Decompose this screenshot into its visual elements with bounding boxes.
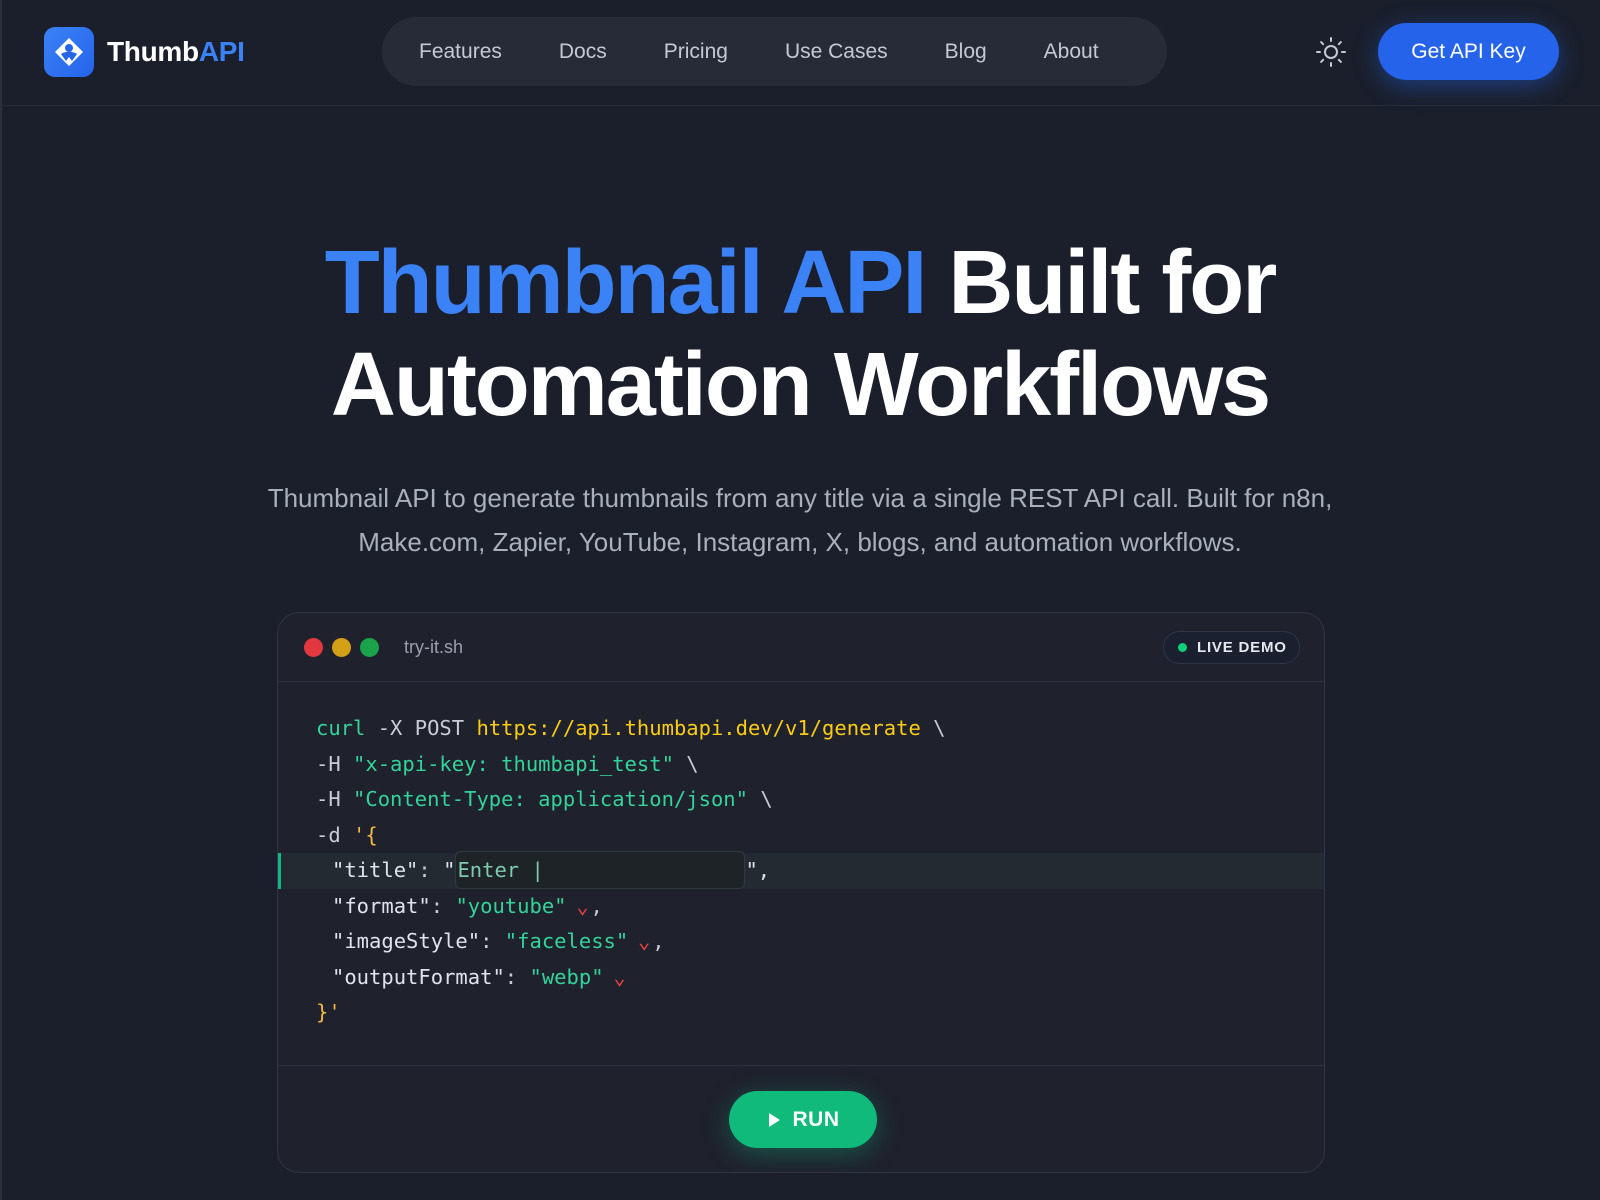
title-input[interactable]: Enter | [455,851,746,889]
get-api-key-button[interactable]: Get API Key [1378,23,1559,80]
brand-name: ThumbAPI [107,36,245,68]
code-d-flag: -d [316,822,354,847]
nav-item-pricing[interactable]: Pricing [664,40,728,64]
site-header: ThumbAPI Features Docs Pricing Use Cases… [0,0,1600,106]
code-line-image-style: "imageStyle": "faceless" ⌄, [278,924,1324,960]
code-line-data-open: -d '{ [278,818,1324,854]
code-title-key: "title" [332,858,419,882]
code-h-flag: -H [316,787,354,811]
hero-subtitle-line2: Make.com, Zapier, YouTube, Instagram, X,… [358,527,1242,557]
code-continuation: \ [920,716,946,740]
code-open-brace: '{ [353,822,378,847]
output-format-select[interactable]: "webp" ⌄ [529,965,627,989]
nav-item-use-cases[interactable]: Use Cases [785,40,888,64]
format-value: "youtube" [455,893,567,918]
image-style-select[interactable]: "faceless" ⌄ [505,929,652,953]
chevron-down-icon: ⌄ [576,893,589,918]
code-line-header2: -H "Content-Type: application/json" \ [278,782,1324,818]
code-line-curl: curl -X POST https://api.thumbapi.dev/v1… [278,711,1324,747]
live-demo-badge: LIVE DEMO [1163,631,1300,664]
code-close-brace: }' [316,1000,341,1024]
code-header-content-type: "Content-Type: application/json" [353,787,748,811]
nav-item-features[interactable]: Features [419,40,502,64]
output-format-value: "webp" [529,964,604,989]
window-maximize-dot [360,638,379,657]
code-block: curl -X POST https://api.thumbapi.dev/v1… [278,711,1324,1031]
code-line-output-format: "outputFormat": "webp" ⌄ [278,960,1324,996]
logo-icon [44,27,94,77]
code-continuation: \ [673,751,699,776]
terminal-filename: try-it.sh [404,637,464,657]
code-quote-close: ", [745,858,771,882]
nav-item-blog[interactable]: Blog [945,40,987,64]
code-colon: : [418,858,444,882]
code-colon: : [504,964,530,989]
brand-name-part1: Thumb [107,36,199,67]
format-select[interactable]: "youtube" ⌄ [455,894,590,918]
code-h-flag: -H [316,751,354,776]
window-edge [0,0,2,1200]
hero-subtitle-line1: Thumbnail API to generate thumbnails fro… [267,483,1333,513]
main-nav: Features Docs Pricing Use Cases Blog Abo… [382,17,1167,86]
chevron-down-icon: ⌄ [613,964,626,989]
code-comma: , [590,893,603,918]
hero-title: Thumbnail API Built for Automation Workf… [0,232,1600,436]
brand-logo[interactable]: ThumbAPI [44,27,245,77]
hero-subtitle: Thumbnail API to generate thumbnails fro… [180,476,1420,564]
code-continuation: \ [747,787,773,811]
live-demo-terminal: try-it.sh LIVE DEMO curl -X POST https:/… [277,612,1325,1173]
code-output-format-key: "outputFormat" [332,964,505,989]
hero-title-line2: Automation Workflows [330,335,1271,435]
brand-name-part2: API [198,36,245,67]
code-cmd: curl [316,716,366,740]
code-line-title: "title": "Enter | ", [278,851,1324,889]
hero-title-accent: Thumbnail API [324,233,928,333]
live-demo-label: LIVE DEMO [1197,639,1287,656]
chevron-down-icon: ⌄ [638,929,651,953]
terminal-titlebar: try-it.sh LIVE DEMO [278,613,1324,682]
code-header-api-key: "x-api-key: thumbapi_test" [353,751,674,776]
play-icon [768,1112,780,1127]
code-method-flag: -X POST [365,716,477,740]
code-line-header1: -H "x-api-key: thumbapi_test" \ [278,747,1324,783]
code-comma: , [652,929,665,953]
code-image-style-key: "imageStyle" [332,929,481,953]
sun-icon[interactable] [1314,35,1348,69]
run-label: RUN [792,1107,840,1131]
run-button[interactable]: RUN [729,1091,877,1148]
code-url: https://api.thumbapi.dev/v1/generate [476,716,921,740]
nav-item-about[interactable]: About [1044,40,1099,64]
terminal-divider [278,1065,1324,1066]
nav-item-docs[interactable]: Docs [559,40,607,64]
window-minimize-dot [332,638,351,657]
code-line-data-close: }' [278,995,1324,1031]
code-quote-open: " [443,858,456,882]
code-colon: : [480,929,505,953]
hero-title-rest: Built for [925,233,1277,333]
live-status-dot [1178,643,1187,652]
code-line-format: "format": "youtube" ⌄, [278,889,1324,925]
code-colon: : [430,893,456,918]
image-style-value: "faceless" [504,929,629,953]
window-close-dot [304,638,323,657]
code-format-key: "format" [332,893,431,918]
